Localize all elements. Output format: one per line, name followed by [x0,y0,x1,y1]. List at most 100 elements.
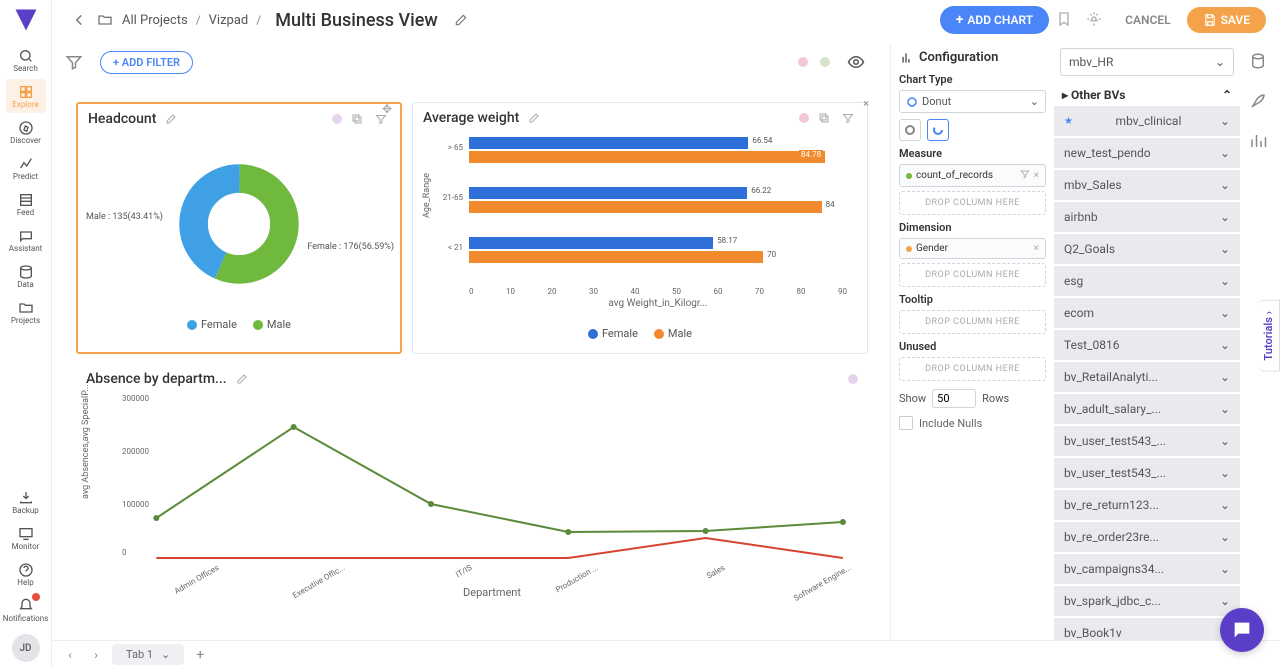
left-nav: Search Explore Discover Predict Feed Ass… [0,0,52,668]
filter-icon[interactable] [60,48,88,76]
bv-item[interactable]: esg⌄ [1054,266,1240,296]
nav-discover[interactable]: Discover [6,115,46,149]
dimension-dropzone[interactable]: DROP COLUMN HERE [899,263,1046,287]
back-arrow-icon[interactable] [66,7,92,33]
add-filter-button[interactable]: + ADD FILTER [100,51,193,74]
dimension-pill[interactable]: Gender× [899,238,1046,259]
bv-item[interactable]: mbv_Sales⌄ [1054,170,1240,200]
tab-add[interactable]: + [190,647,210,663]
edit-icon[interactable] [525,109,543,127]
bv-item[interactable]: bv_adult_salary_...⌄ [1054,394,1240,424]
bv-list[interactable]: mbv_clinical⌄ new_test_pendo⌄ mbv_Sales⌄… [1054,106,1240,650]
close-icon[interactable]: × [859,97,873,111]
donut-full-toggle[interactable] [899,119,921,141]
nav-assistant[interactable]: Assistant [6,223,46,257]
y-axis-label: avg Absences,avg SpecialP... [81,384,91,499]
nav-feed[interactable]: Feed [6,187,46,221]
legend: Female Male [413,323,867,348]
nav-data[interactable]: Data [6,259,46,293]
nav-help[interactable]: Help [6,557,46,591]
bv-item[interactable]: mbv_clinical⌄ [1054,106,1240,136]
user-avatar[interactable]: JD [12,634,40,662]
bv-item[interactable]: bv_campaigns34...⌄ [1054,554,1240,584]
eye-icon[interactable] [842,48,870,76]
bv-item[interactable]: Test_0816⌄ [1054,330,1240,360]
drag-handle-icon[interactable]: ✥ [382,102,402,122]
remove-icon[interactable]: × [1034,243,1039,254]
status-dot [848,374,858,384]
bar-category: < 21 [433,243,463,252]
card-avgweight[interactable]: × Average weight Age_Range > 65 66.54 84… [412,102,868,354]
bar-male: 84.78 [469,151,825,163]
nav-notifications[interactable]: Notifications [6,593,46,627]
bar-male: 84 [469,201,822,213]
chevron-up-icon: ⌃ [1222,88,1232,102]
rail-style-icon[interactable] [1249,92,1271,114]
nav-explore[interactable]: Explore [6,79,46,113]
donut-label-male: Male : 135(43.41%) [86,212,163,222]
tab-prev[interactable]: ‹ [60,648,80,662]
tooltip-dropzone[interactable]: DROP COLUMN HERE [899,310,1046,334]
tutorials-tab[interactable]: Tutorials › [1258,300,1280,372]
measure-pill[interactable]: count_of_records× [899,164,1046,187]
card-headcount[interactable]: Headcount Male : 135(43.41%) Female : 17… [76,102,402,354]
bv-panel: mbv_HR⌄ ▸ Other BVs⌃ mbv_clinical⌄ new_t… [1054,44,1240,668]
cancel-button[interactable]: CANCEL [1109,7,1186,33]
bv-item[interactable]: ecom⌄ [1054,298,1240,328]
legend-swatch [588,329,598,339]
card-absence[interactable]: Absence by departm... avg Absences,avg S… [76,364,868,620]
nav-backup[interactable]: Backup [6,485,46,519]
bv-item[interactable]: bv_spark_jdbc_c...⌄ [1054,586,1240,616]
status-dot [332,114,342,124]
breadcrumb-vizpad[interactable]: Vizpad [209,13,249,28]
nav-predict[interactable]: Predict [6,151,46,185]
bv-head[interactable]: ▸ Other BVs⌃ [1054,84,1240,106]
remove-icon[interactable]: × [1034,170,1039,181]
chevron-down-icon: ⌄ [1030,95,1039,108]
bv-item[interactable]: new_test_pendo⌄ [1054,138,1240,168]
edit-icon[interactable] [162,110,180,128]
include-nulls-checkbox[interactable]: Include Nulls [899,416,1046,430]
topbar: All Projects / Vizpad / Multi Business V… [52,0,1280,40]
bar-male: 70 [469,251,763,263]
bv-select[interactable]: mbv_HR⌄ [1060,48,1234,76]
measure-dropzone[interactable]: DROP COLUMN HERE [899,191,1046,215]
folder-icon[interactable] [92,7,118,33]
bv-item[interactable]: Q2_Goals⌄ [1054,234,1240,264]
nav-search[interactable]: Search [6,43,46,77]
card-title: Average weight [423,110,519,126]
add-chart-button[interactable]: +ADD CHART [940,6,1049,34]
tab-1[interactable]: Tab 1⌄ [112,644,184,665]
bv-item[interactable]: bv_re_return123...⌄ [1054,490,1240,520]
donut-ring-toggle[interactable] [927,119,949,141]
settings-icon[interactable] [1079,11,1109,30]
bv-item[interactable]: bv_re_order23re...⌄ [1054,522,1240,552]
config-panel: Configuration Chart Type Donut⌄ Measure … [890,44,1054,640]
bv-item[interactable]: bv_user_test543_...⌄ [1054,458,1240,488]
copy-icon[interactable] [348,110,366,128]
nav-monitor[interactable]: Monitor [6,521,46,555]
rail-chart-icon[interactable] [1249,132,1271,154]
bookmark-icon[interactable] [1049,11,1079,30]
chart-type-select[interactable]: Donut⌄ [899,90,1046,113]
breadcrumb-root[interactable]: All Projects [122,13,188,28]
nav-projects[interactable]: Projects [6,295,46,329]
copy-icon[interactable] [815,109,833,127]
breadcrumb-sep: / [256,13,261,27]
rows-input[interactable] [932,389,976,408]
y-tick: 100000 [122,500,149,509]
bar-female: 66.22 [469,187,747,199]
chat-fab[interactable] [1220,608,1264,652]
unused-dropzone[interactable]: DROP COLUMN HERE [899,357,1046,381]
edit-title-icon[interactable] [448,7,474,33]
bv-item[interactable]: airbnb⌄ [1054,202,1240,232]
tab-next[interactable]: › [86,648,106,662]
filter-icon[interactable] [1020,169,1030,182]
save-button[interactable]: SAVE [1187,7,1266,33]
rail-db-icon[interactable] [1249,52,1271,74]
bv-item[interactable]: bv_user_test543_...⌄ [1054,426,1240,456]
bv-item[interactable]: bv_RetailAnalyti...⌄ [1054,362,1240,392]
edit-icon[interactable] [233,370,251,388]
legend-swatch [253,320,263,330]
filter-icon[interactable] [839,109,857,127]
